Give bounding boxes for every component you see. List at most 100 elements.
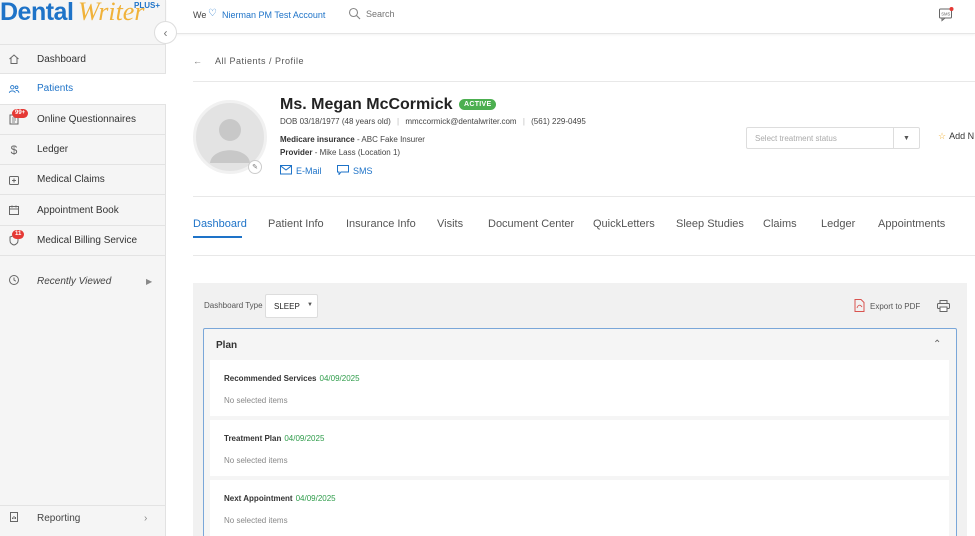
sidebar-item-medical-billing-service[interactable]: 11 Medical Billing Service (0, 226, 166, 257)
treatment-status-placeholder: Select treatment status (755, 134, 837, 143)
export-pdf-button[interactable]: Export to PDF (854, 299, 920, 314)
sidebar-item-patients[interactable]: Patients (0, 74, 166, 105)
medical-claims-icon (8, 174, 20, 186)
sidebar-item-appointment-book[interactable]: Appointment Book (0, 195, 166, 226)
sms-action-label: SMS (353, 166, 373, 176)
recently-viewed-label: Recently Viewed (37, 275, 112, 287)
calendar-icon (8, 204, 20, 216)
pin-icon: ☆ (938, 131, 947, 141)
sidebar-recently-viewed[interactable]: Recently Viewed ▶ (0, 268, 166, 294)
email-value: mmccormick@dentalwriter.com (405, 117, 517, 126)
tab-quickletters[interactable]: QuickLetters (593, 218, 655, 230)
questionnaire-count-badge: 99+ (12, 108, 29, 118)
patients-icon (8, 83, 20, 95)
tab-patient-info[interactable]: Patient Info (268, 218, 324, 230)
logo-plus-text: PLUS+ (134, 1, 161, 10)
card-title-text: Next Appointment (224, 494, 293, 503)
svg-text:SMS: SMS (941, 12, 950, 17)
tab-insurance-info[interactable]: Insurance Info (346, 218, 416, 230)
header-divider (193, 196, 975, 197)
print-icon[interactable] (937, 299, 950, 317)
pencil-icon: ✎ (252, 164, 258, 171)
provider-label: Provider (280, 148, 313, 157)
reporting-label: Reporting (37, 513, 81, 524)
age-value: (48 years old) (341, 117, 391, 126)
tab-visits[interactable]: Visits (437, 218, 463, 230)
dollar-icon: $ (10, 142, 18, 157)
pdf-icon (854, 299, 865, 314)
sidebar-collapse-button[interactable]: ‹ (154, 21, 177, 44)
status-badge: ACTIVE (459, 99, 497, 110)
back-arrow-icon[interactable]: ← (193, 56, 203, 66)
sidebar-item-label: Medical Billing Service (37, 234, 138, 246)
sidebar-item-label: Online Questionnaires (37, 113, 136, 125)
sidebar-item-label: Medical Claims (37, 174, 105, 186)
topbar: We ♡ Nierman PM Test Account SMS (167, 0, 975, 34)
sidebar-item-label: Appointment Book (37, 204, 119, 216)
dashboard-type-label: Dashboard Type (204, 301, 263, 310)
plan-card-treatment-plan: Treatment Plan 04/09/2025 No selected ite… (210, 420, 949, 476)
heart-icon: ♡ (208, 8, 217, 19)
logo[interactable]: Dental Writer PLUS+ (0, 0, 166, 26)
tab-ledger[interactable]: Ledger (821, 218, 855, 230)
active-tab-indicator (193, 236, 242, 238)
tab-appointments[interactable]: Appointments (878, 218, 945, 230)
card-date: 04/09/2025 (284, 434, 325, 443)
card-empty-text: No selected items (224, 516, 288, 525)
patient-name: Ms. Megan McCormick (280, 96, 453, 113)
email-action[interactable]: E-Mail (280, 165, 322, 177)
card-title-text: Treatment Plan (224, 434, 282, 443)
phone-value: (561) 229-0495 (531, 117, 586, 126)
patient-insurance-line: Medicare insurance - ABC Fake Insurer (280, 135, 425, 144)
plan-card-next-appointment: Next Appointment 04/09/2025 No selected i… (210, 480, 949, 536)
provider-value: - Mike Lass (Location 1) (314, 148, 401, 157)
chevron-left-icon: ‹ (163, 25, 168, 40)
sidebar-item-dashboard[interactable]: Dashboard (0, 44, 166, 75)
card-date: 04/09/2025 (319, 374, 360, 383)
dashboard-type-select[interactable]: SLEEP ▼ (265, 294, 318, 318)
dob-value: 03/18/1977 (299, 117, 340, 126)
tab-claims[interactable]: Claims (763, 218, 797, 230)
caret-down-icon: ▼ (893, 128, 919, 148)
report-icon (8, 511, 20, 526)
treatment-status-select[interactable]: Select treatment status ▼ (746, 127, 920, 149)
caret-right-icon: ▶ (146, 276, 153, 286)
sidebar-item-medical-claims[interactable]: Medical Claims (0, 165, 166, 196)
breadcrumb-text[interactable]: All Patients / Profile (215, 56, 304, 66)
dob-label: DOB (280, 117, 298, 126)
email-action-label: E-Mail (296, 166, 322, 176)
tab-sleep-studies[interactable]: Sleep Studies (676, 218, 744, 230)
chevron-right-icon: › (144, 513, 148, 524)
tab-document-center[interactable]: Document Center (488, 218, 574, 230)
sidebar-reporting[interactable]: Reporting › (0, 505, 166, 531)
caret-down-icon: ▼ (307, 302, 313, 308)
logo-dental-text: Dental (0, 0, 74, 26)
sms-notification-icon[interactable]: SMS (938, 6, 954, 27)
card-title-text: Recommended Services (224, 374, 317, 383)
insurance-separator: - (356, 135, 360, 144)
card-title: Recommended Services 04/09/2025 (224, 374, 360, 383)
card-empty-text: No selected items (224, 456, 288, 465)
plan-card-recommended-services: Recommended Services 04/09/2025 No select… (210, 360, 949, 416)
sms-action[interactable]: SMS (337, 165, 373, 177)
add-link-label: Add N (949, 131, 975, 141)
breadcrumb-divider (193, 81, 975, 82)
tabs-divider (193, 255, 975, 256)
account-link[interactable]: Nierman PM Test Account (222, 10, 325, 20)
card-date: 04/09/2025 (295, 494, 336, 503)
patient-dob-line: DOB 03/18/1977 (48 years old) | mmccormi… (280, 117, 586, 126)
search-input[interactable] (366, 7, 486, 21)
tab-dashboard[interactable]: Dashboard (193, 218, 247, 230)
clock-icon (8, 274, 20, 289)
add-link[interactable]: ☆ Add N (938, 131, 974, 142)
card-title: Treatment Plan 04/09/2025 (224, 434, 324, 443)
export-pdf-label: Export to PDF (870, 302, 921, 311)
envelope-icon (280, 165, 292, 177)
sidebar: Dental Writer PLUS+ Dashboard Patients 9… (0, 0, 166, 536)
sidebar-item-online-questionnaires[interactable]: 99+ Online Questionnaires (0, 105, 166, 135)
sidebar-item-ledger[interactable]: $ Ledger (0, 135, 166, 166)
search-icon (348, 7, 361, 25)
chevron-up-icon[interactable]: ⌃ (933, 339, 941, 350)
edit-avatar-button[interactable]: ✎ (248, 160, 262, 174)
patient-provider-line: Provider - Mike Lass (Location 1) (280, 148, 400, 157)
